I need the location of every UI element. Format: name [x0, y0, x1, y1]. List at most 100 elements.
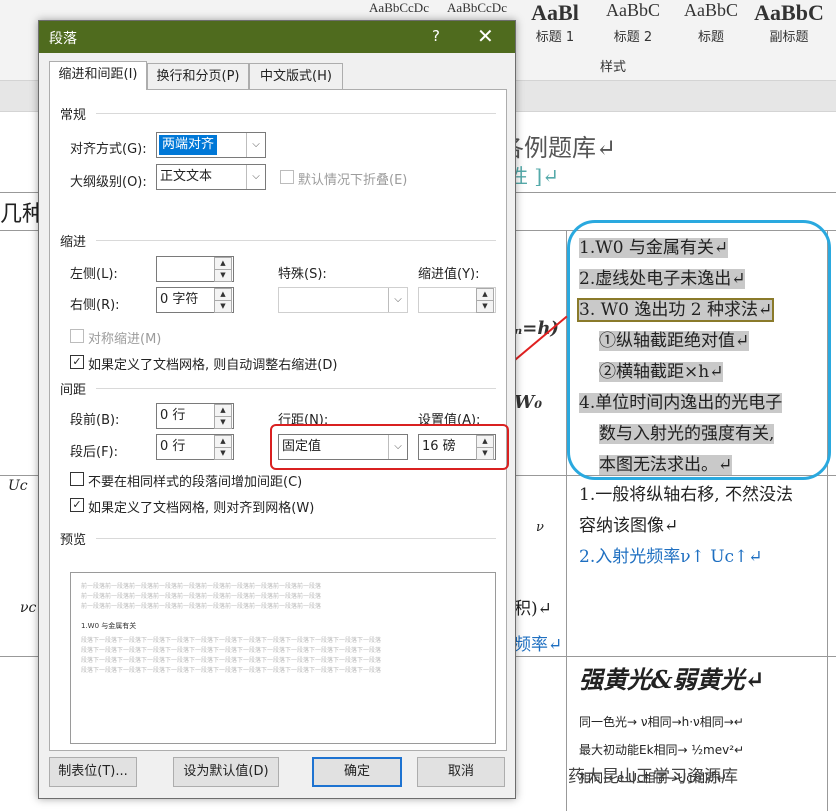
outline-level-label: 大纲级别(O): [70, 175, 147, 190]
annotation-highlight-box [270, 424, 509, 470]
alignment-value: 两端对齐 [159, 135, 218, 155]
preview-after-text: 段落下一段落下一段落下一段落下一段落下一段落下一段落下一段落下一段落下一段落下一… [81, 647, 382, 654]
auto-adjust-checkbox[interactable]: ✓ [70, 355, 84, 369]
style-gallery-item-heading1[interactable]: AaBl 标题 1 [516, 0, 594, 62]
chevron-down-icon: ⌵ [246, 165, 265, 189]
section-spacing: 间距 [60, 383, 87, 398]
text-fragment: 积)↵ [514, 599, 552, 619]
callout-highlight-outline [567, 220, 831, 480]
preview-before-text: 前一段落前一段落前一段落前一段落前一段落前一段落前一段落前一段落前一段落前一段落 [81, 583, 322, 590]
style-sample: AaBbC [606, 0, 660, 20]
mirror-indents-checkbox[interactable] [70, 329, 84, 343]
no-space-same-style-checkbox[interactable] [70, 472, 84, 486]
chevron-down-icon: ⌵ [388, 288, 407, 312]
watermark: 药大昆山王学习资源库 [568, 767, 738, 787]
space-after-spinner[interactable]: 0 行 ▲ ▼ [156, 434, 234, 460]
indent-by-spinner[interactable]: ▲ ▼ [418, 287, 496, 313]
left-indent-spinner[interactable]: ▲ ▼ [156, 256, 234, 282]
collapse-checkbox[interactable] [280, 170, 294, 184]
no-space-same-style-label: 不要在相同样式的段落间增加间距(C) [88, 475, 303, 490]
style-sample: AaBbC [754, 0, 824, 22]
spin-down-icon[interactable]: ▼ [214, 300, 232, 313]
space-before-label: 段前(B): [70, 413, 120, 428]
cancel-button[interactable]: 取消 [417, 757, 505, 787]
outline-level-select[interactable]: 正文文本 ⌵ [156, 164, 266, 190]
style-gallery-item-heading2[interactable]: AaBbC 标题 2 [594, 0, 672, 62]
space-after-value: 0 行 [160, 439, 186, 454]
dialog-title: 段落 [49, 31, 77, 47]
alignment-select[interactable]: 两端对齐 ⌵ [156, 132, 266, 158]
right-indent-value: 0 字符 [160, 292, 199, 307]
style-name: 标题 2 [613, 30, 653, 45]
formula-fragment: W₀ [514, 392, 543, 413]
cell-heading: 强黄光&弱黄光↵ [579, 665, 765, 694]
cell-notes: 1.一般将纵轴右移, 不然没法 容纳该图像↵ 2.入射光频率ν↑ Uc↑↵ [579, 480, 824, 573]
right-indent-spinner[interactable]: 0 字符 ▲ ▼ [156, 287, 234, 313]
document-title-fragment: 各例题库↵ [500, 134, 617, 162]
indent-by-label: 缩进值(Y): [418, 267, 480, 282]
alignment-label: 对齐方式(G): [70, 142, 147, 157]
close-icon[interactable]: ✕ [477, 24, 494, 48]
ok-button[interactable]: 确定 [312, 757, 402, 787]
left-indent-label: 左侧(L): [70, 267, 118, 282]
style-sample: AaBbC [684, 0, 738, 20]
style-sample: AaBbCcDc [369, 0, 429, 15]
chevron-down-icon: ⌵ [246, 133, 265, 157]
style-sample: AaBbCcDc [447, 0, 507, 15]
space-after-label: 段后(F): [70, 445, 119, 460]
tab-indents-spacing[interactable]: 缩进和间距(I) [49, 61, 147, 90]
auto-adjust-label: 如果定义了文档网格, 则自动调整右缩进(D) [88, 358, 338, 373]
section-preview: 预览 [60, 533, 87, 548]
special-indent-select[interactable]: ⌵ [278, 287, 408, 313]
special-indent-label: 特殊(S): [278, 267, 327, 282]
paragraph-dialog: 段落 ? ✕ 缩进和间距(I) 换行和分页(P) 中文版式(H) 常规 对齐方式… [38, 20, 516, 799]
cell-line: 同一色光→ ν相同→h·ν相同→↵ [579, 715, 744, 729]
spin-down-icon[interactable]: ▼ [214, 447, 232, 460]
space-before-spinner[interactable]: 0 行 ▲ ▼ [156, 403, 234, 429]
outline-level-value: 正文文本 [160, 169, 213, 184]
tab-panel: 常规 对齐方式(G): 两端对齐 ⌵ 大纲级别(O): 正文文本 ⌵ 默认情况下… [49, 89, 507, 751]
paragraph-preview: 前一段落前一段落前一段落前一段落前一段落前一段落前一段落前一段落前一段落前一段落… [70, 572, 496, 744]
spin-down-icon[interactable]: ▼ [214, 269, 232, 282]
preview-before-text: 前一段落前一段落前一段落前一段落前一段落前一段落前一段落前一段落前一段落前一段落 [81, 603, 322, 610]
cell-line: 2.入射光频率ν↑ Uc↑↵ [579, 547, 763, 567]
set-default-button[interactable]: 设为默认值(D) [173, 757, 279, 787]
tabs-button[interactable]: 制表位(T)... [49, 757, 137, 787]
mirror-indents-label: 对称缩进(M) [88, 332, 162, 347]
style-name: 副标题 [769, 30, 809, 45]
tab-asian-typography[interactable]: 中文版式(H) [249, 63, 343, 90]
tab-line-page-breaks[interactable]: 换行和分页(P) [147, 63, 249, 90]
preview-after-text: 段落下一段落下一段落下一段落下一段落下一段落下一段落下一段落下一段落下一段落下一… [81, 667, 382, 674]
preview-before-text: 前一段落前一段落前一段落前一段落前一段落前一段落前一段落前一段落前一段落前一段落 [81, 593, 322, 600]
preview-after-text: 段落下一段落下一段落下一段落下一段落下一段落下一段落下一段落下一段落下一段落下一… [81, 637, 382, 644]
help-button[interactable]: ? [432, 27, 440, 45]
spin-down-icon[interactable]: ▼ [214, 416, 232, 429]
spin-down-icon[interactable]: ▼ [476, 300, 494, 313]
collapse-label: 默认情况下折叠(E) [298, 173, 408, 188]
style-gallery-item-subtitle[interactable]: AaBbC 副标题 [750, 0, 828, 62]
cell-line: 1.一般将纵轴右移, 不然没法 [579, 485, 794, 505]
divider [96, 388, 496, 389]
dialog-titlebar[interactable]: 段落 ? ✕ [39, 21, 515, 53]
divider [96, 113, 496, 114]
style-name: 标题 1 [535, 30, 575, 45]
snap-to-grid-label: 如果定义了文档网格, 则对齐到网格(W) [88, 501, 315, 516]
style-sample: AaBl [531, 0, 579, 22]
divider [96, 240, 496, 241]
axis-label-fragment: ν [536, 520, 544, 535]
axis-label-fragment: Uc [8, 478, 28, 494]
style-gallery-item-title[interactable]: AaBbC 标题 [672, 0, 750, 62]
styles-group-label: 样式 [600, 60, 627, 75]
text-fragment: 频率↵ [514, 635, 563, 655]
cell-line: 最大初动能Ek相同→ ½mev²↵ [579, 743, 745, 757]
axis-label-fragment: νc [20, 600, 37, 616]
section-general: 常规 [60, 108, 87, 123]
section-indent: 缩进 [60, 235, 87, 250]
right-indent-label: 右侧(R): [70, 298, 120, 313]
divider [96, 538, 496, 539]
space-before-value: 0 行 [160, 408, 186, 423]
cell-line: 容纳该图像↵ [579, 516, 679, 536]
style-name: 标题 [697, 30, 724, 45]
preview-after-text: 段落下一段落下一段落下一段落下一段落下一段落下一段落下一段落下一段落下一段落下一… [81, 657, 382, 664]
snap-to-grid-checkbox[interactable]: ✓ [70, 498, 84, 512]
